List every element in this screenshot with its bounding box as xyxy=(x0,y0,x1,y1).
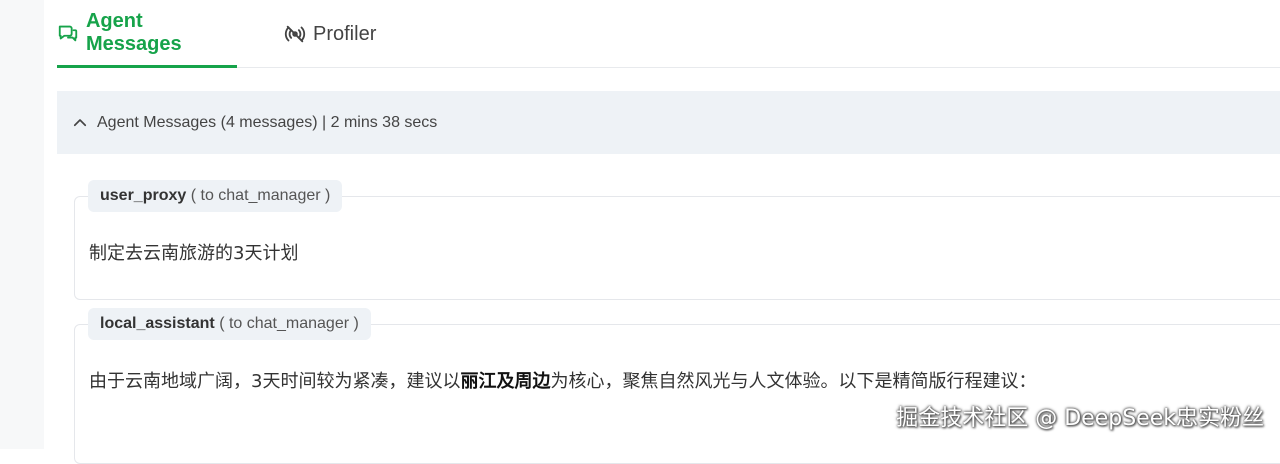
sender-name: local_assistant xyxy=(100,315,215,332)
tab-profiler-label: Profiler xyxy=(313,22,377,45)
tab-bar: Agent Messages Profiler xyxy=(57,0,1280,68)
panel-title: Agent Messages (4 messages) | 2 mins 38 … xyxy=(97,113,438,131)
message-text: 由于云南地域广阔，3天时间较为紧凑，建议以丽江及周边为核心，聚焦自然风光与人文体… xyxy=(89,367,1036,393)
tab-agent-messages[interactable]: Agent Messages xyxy=(57,0,237,68)
message-text-after: 为核心，聚焦自然风光与人文体验。以下是精简版行程建议： xyxy=(550,371,1037,392)
message-text: 制定去云南旅游的3天计划 xyxy=(89,243,299,264)
message-text-bold: 丽江及周边 xyxy=(460,371,551,392)
chevron-up-icon[interactable] xyxy=(71,114,89,132)
agent-messages-panel-header[interactable]: Agent Messages (4 messages) | 2 mins 38 … xyxy=(57,91,1280,154)
message-text-before: 由于云南地域广阔，3天时间较为紧凑，建议以 xyxy=(89,371,461,392)
sender-tag: user_proxy ( to chat_manager ) xyxy=(88,180,343,212)
watermark: 掘金技术社区 @ DeepSeek忠实粉丝 xyxy=(896,406,1264,431)
message-card: local_assistant ( to chat_manager ) 由于云南… xyxy=(74,308,1280,464)
broadcast-icon xyxy=(283,22,307,46)
tab-agent-messages-label: Agent Messages xyxy=(85,9,182,55)
left-gutter xyxy=(0,0,44,449)
sender-tag: local_assistant ( to chat_manager ) xyxy=(88,308,371,340)
recipient-label: ( to chat_manager ) xyxy=(219,315,359,332)
tab-profiler[interactable]: Profiler xyxy=(283,0,376,68)
sender-name: user_proxy xyxy=(100,187,187,204)
recipient-label: ( to chat_manager ) xyxy=(190,187,331,204)
chat-bubbles-icon xyxy=(57,21,80,45)
message-card: user_proxy ( to chat_manager ) 制定去云南旅游的3… xyxy=(74,180,1280,300)
